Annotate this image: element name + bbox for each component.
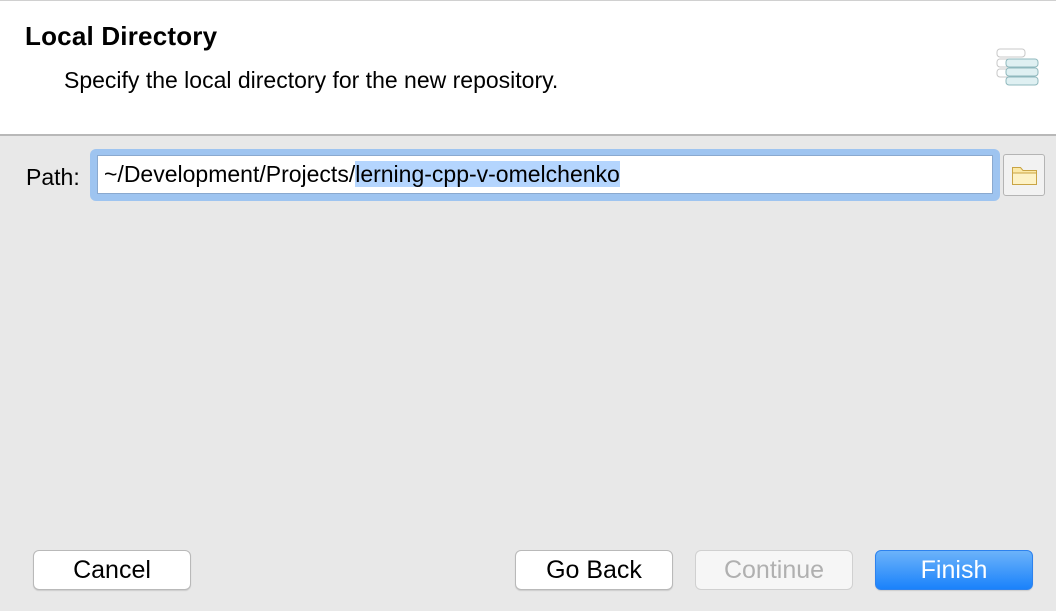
finish-button[interactable]: Finish [875, 550, 1033, 590]
folder-icon [1012, 167, 1037, 185]
path-input-selection: lerning-cpp-v-omelchenko [355, 161, 620, 187]
continue-button: Continue [695, 550, 853, 590]
page-description: Specify the local directory for the new … [64, 67, 559, 93]
header-divider [0, 134, 1056, 136]
path-input-prefix: ~/Development/Projects/ [104, 161, 356, 187]
go-back-button[interactable]: Go Back [515, 550, 673, 590]
path-input[interactable]: ~/Development/Projects/lerning-cpp-v-ome… [97, 155, 993, 194]
wizard-header: Local Directory Specify the local direct… [0, 0, 1056, 134]
cancel-button[interactable]: Cancel [33, 550, 191, 590]
path-label: Path: [26, 164, 80, 190]
browse-folder-button[interactable] [1003, 154, 1045, 196]
page-title: Local Directory [25, 21, 218, 51]
repository-wizard-icon [994, 47, 1040, 91]
